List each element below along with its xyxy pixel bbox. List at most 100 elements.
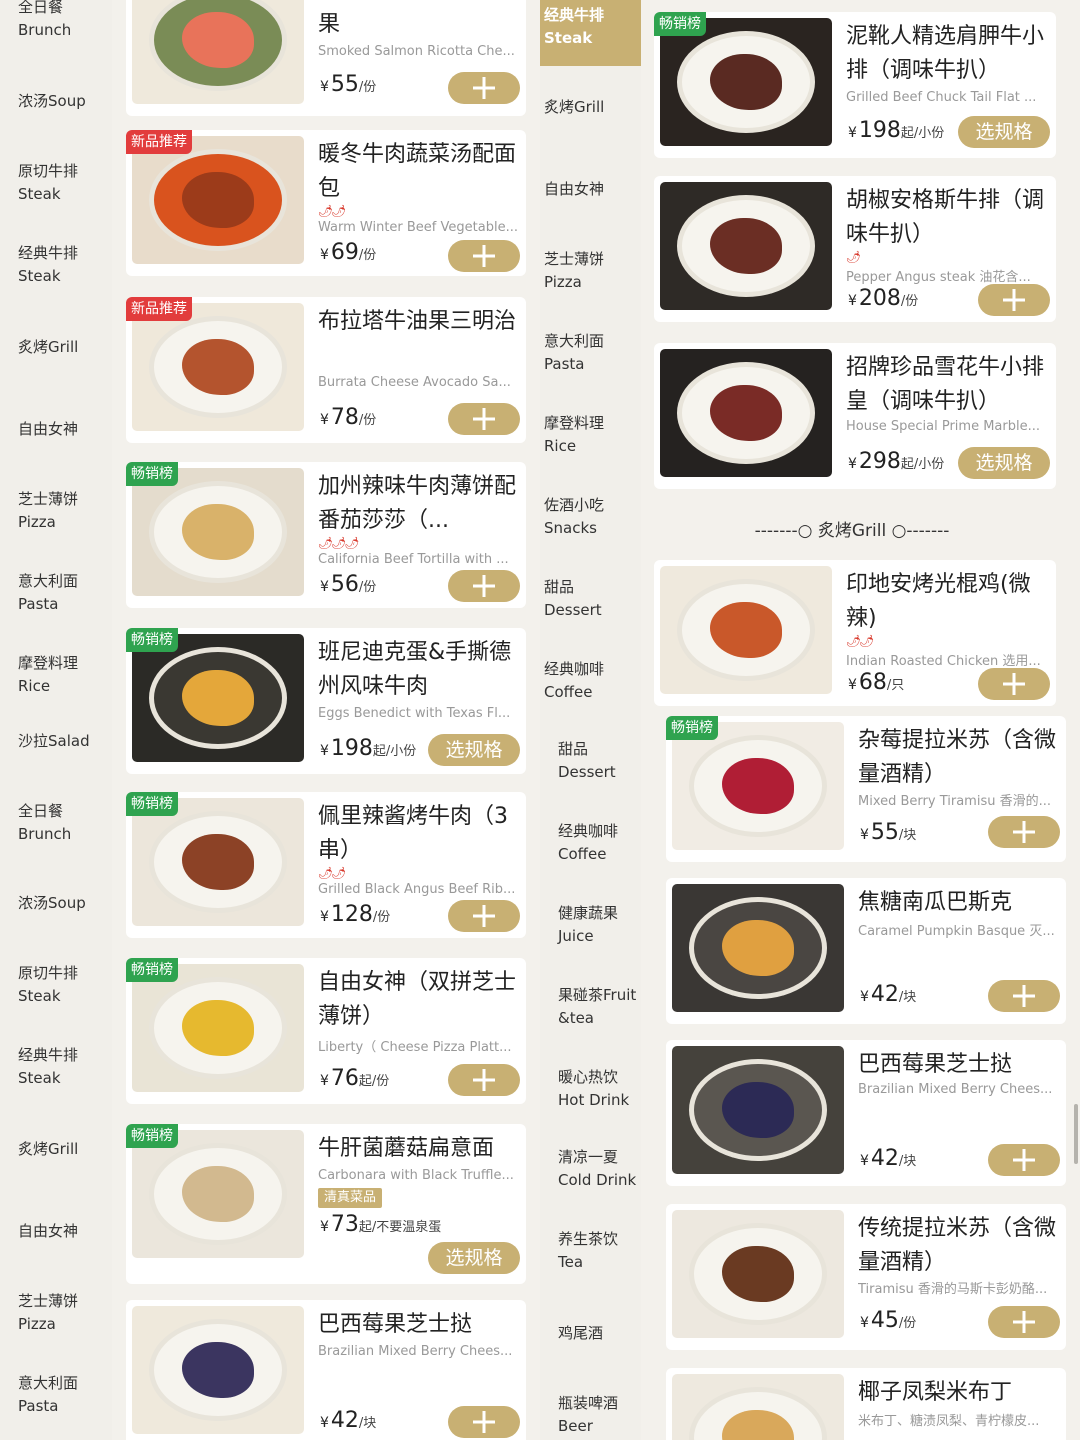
add-to-cart-button[interactable] [448, 900, 520, 932]
category-item[interactable]: 芝士薄饼 Pizza [540, 248, 641, 294]
product-card[interactable]: 新品推荐 暖冬牛肉蔬菜汤配面包 🌶🌶 Warm Winter Beef Vege… [126, 130, 526, 276]
category-item[interactable]: 意大利面 Pasta [540, 330, 641, 376]
product-image [132, 798, 304, 926]
product-title: 焦糖南瓜巴斯克 [858, 890, 1013, 915]
select-spec-button[interactable]: 选规格 [958, 447, 1050, 479]
category-item[interactable]: 意大利面 Pasta [0, 1372, 112, 1418]
product-image [132, 1130, 304, 1258]
category-item[interactable]: 甜品 Dessert [540, 576, 641, 622]
scrollbar[interactable] [1074, 1104, 1078, 1164]
product-card[interactable]: 畅销榜 泥靴人精选肩胛牛小排（调味牛扒） Grilled Beef Chuck … [654, 12, 1056, 158]
category-item[interactable]: 芝士薄饼 Pizza [0, 1290, 112, 1336]
product-price: ¥76起/份 [320, 1066, 390, 1091]
product-card[interactable]: 招牌珍品雪花牛小排皇（调味牛扒） House Special Prime Mar… [654, 343, 1056, 489]
product-card[interactable]: 印地安烤光棍鸡(微辣) 🌶🌶 Indian Roasted Chicken 选用… [654, 560, 1056, 706]
product-card[interactable]: 传统提拉米苏（含微量酒精） Tiramisu 香滑的马斯卡彭奶酪... ¥45/… [666, 1204, 1066, 1350]
product-image [132, 303, 304, 431]
category-item[interactable]: 摩登料理 Rice [540, 412, 641, 458]
product-card[interactable]: 胡椒安格斯牛排（调味牛扒） 🌶 Pepper Angus steak 油花含..… [654, 176, 1056, 322]
category-item[interactable]: 浓汤Soup [0, 892, 112, 915]
category-item[interactable]: 甜品 Dessert [554, 738, 655, 784]
category-item[interactable]: 原切牛排 Steak [0, 962, 112, 1008]
product-price: ¥69/份 [320, 240, 377, 265]
category-item[interactable]: 经典牛排 Steak [0, 242, 112, 288]
category-item[interactable]: 经典牛排 Steak [0, 1044, 112, 1090]
category-item[interactable]: 意大利面 Pasta [0, 570, 112, 616]
add-to-cart-button[interactable] [448, 403, 520, 435]
add-to-cart-button[interactable] [448, 240, 520, 272]
category-item[interactable]: 原切牛排 Steak [0, 160, 112, 206]
category-item[interactable]: 鸡尾酒 [554, 1322, 655, 1345]
new-badge: 新品推荐 [126, 130, 192, 154]
category-item[interactable]: 炙烤Grill [0, 1138, 112, 1161]
category-item[interactable]: 全日餐 Brunch [0, 0, 112, 42]
product-price: ¥56/份 [320, 572, 377, 597]
product-price: ¥42/块 [860, 1146, 917, 1171]
select-spec-button[interactable]: 选规格 [428, 734, 520, 766]
product-card[interactable]: 畅销榜 班尼迪克蛋&手撕德州风味牛肉 Eggs Benedict with Te… [126, 628, 526, 774]
category-item[interactable]: 沙拉Salad [0, 730, 112, 753]
category-item[interactable]: 果碰茶Fruit &tea [554, 984, 655, 1030]
product-price: ¥298起/小份 [848, 449, 945, 474]
category-item[interactable]: 摩登料理 Rice [0, 652, 112, 698]
category-item[interactable]: 自由女神 [0, 1220, 112, 1243]
category-item-active[interactable]: 经典牛排 Steak [540, 0, 641, 66]
category-item[interactable]: 炙烤Grill [0, 336, 112, 359]
category-item[interactable]: 炙烤Grill [540, 96, 641, 119]
spicy-level-icon: 🌶🌶 [318, 204, 347, 218]
product-title: 自由女神（双拼芝士薄饼） [318, 970, 517, 1029]
bestseller-badge: 畅销榜 [666, 716, 718, 740]
category-item[interactable]: 浓汤Soup [0, 90, 112, 113]
select-spec-button[interactable]: 选规格 [428, 1242, 520, 1274]
product-image [660, 18, 832, 146]
product-card[interactable]: 畅销榜 佩里辣酱烤牛肉（3串） 🌶🌶 Grilled Black Angus B… [126, 792, 526, 938]
add-to-cart-button[interactable] [448, 570, 520, 602]
product-price: ¥198起/小份 [320, 736, 417, 761]
product-image [132, 634, 304, 762]
product-title: 椰子凤梨米布丁 [858, 1380, 1013, 1405]
add-to-cart-button[interactable] [978, 668, 1050, 700]
product-title: 招牌珍品雪花牛小排皇（调味牛扒） [846, 355, 1045, 414]
add-to-cart-button[interactable] [988, 816, 1060, 848]
product-subtitle: Tiramisu 香滑的马斯卡彭奶酪... [858, 1282, 1048, 1297]
add-to-cart-button[interactable] [448, 1406, 520, 1438]
category-item[interactable]: 自由女神 [0, 418, 112, 441]
product-card[interactable]: 畅销榜 牛肝菌蘑菇扁意面 Carbonara with Black Truffl… [126, 1124, 526, 1284]
product-card[interactable]: 巴西莓果芝士挞 Brazilian Mixed Berry Chees... ¥… [126, 1300, 526, 1440]
category-item[interactable]: 经典咖啡 Coffee [540, 658, 641, 704]
product-image [672, 1046, 844, 1174]
add-to-cart-button[interactable] [988, 1306, 1060, 1338]
category-item[interactable]: 清凉一夏 Cold Drink [554, 1146, 655, 1192]
category-item[interactable]: 芝士薄饼 Pizza [0, 488, 112, 534]
product-price: ¥78/份 [320, 405, 377, 430]
product-card[interactable]: 畅销榜 自由女神（双拼芝士薄饼） Liberty（ Cheese Pizza P… [126, 958, 526, 1104]
product-price: ¥42/块 [860, 982, 917, 1007]
add-to-cart-button[interactable] [988, 1144, 1060, 1176]
product-title: 布拉塔牛油果三明治 [318, 309, 517, 334]
product-card[interactable]: 焦糖南瓜巴斯克 Caramel Pumpkin Basque 灭... ¥42/… [666, 878, 1066, 1024]
category-item[interactable]: 健康蔬果 Juice [554, 902, 655, 948]
product-image [660, 182, 832, 310]
add-to-cart-button[interactable] [448, 1064, 520, 1096]
category-item[interactable]: 养生茶饮 Tea [554, 1228, 655, 1274]
category-item[interactable]: 自由女神 [540, 178, 641, 201]
product-card[interactable]: 畅销榜 加州辣味牛肉薄饼配番茄莎莎（... 🌶🌶🌶 California Bee… [126, 462, 526, 608]
select-spec-button[interactable]: 选规格 [958, 116, 1050, 148]
product-card[interactable]: 新品推荐 布拉塔牛油果三明治 Burrata Cheese Avocado Sa… [126, 297, 526, 443]
category-item[interactable]: 经典咖啡 Coffee [554, 820, 655, 866]
product-card[interactable]: 果 Smoked Salmon Ricotta Che... ¥55/份 [126, 0, 526, 116]
add-to-cart-button[interactable] [978, 284, 1050, 316]
category-item[interactable]: 全日餐 Brunch [0, 800, 112, 846]
product-card[interactable]: 椰子凤梨米布丁 米布丁、糖渍凤梨、青柠檬皮... [666, 1368, 1066, 1440]
product-image [132, 0, 304, 104]
category-item[interactable]: 佐酒小吃 Snacks [540, 494, 641, 540]
product-card[interactable]: 畅销榜 杂莓提拉米苏（含微量酒精） Mixed Berry Tiramisu 香… [666, 716, 1066, 862]
add-to-cart-button[interactable] [448, 72, 520, 104]
product-card[interactable]: 巴西莓果芝士挞 Brazilian Mixed Berry Chees... ¥… [666, 1040, 1066, 1186]
product-subtitle: California Beef Tortilla with ... [318, 552, 509, 567]
add-to-cart-button[interactable] [988, 980, 1060, 1012]
category-sidebar-left: 全日餐 Brunch 浓汤Soup 原切牛排 Steak 经典牛排 Steak … [0, 0, 112, 1440]
category-item[interactable]: 瓶装啤酒 Beer [554, 1392, 655, 1438]
product-title: 泥靴人精选肩胛牛小排（调味牛扒） [846, 24, 1045, 83]
category-item[interactable]: 暖心热饮 Hot Drink [554, 1066, 655, 1112]
